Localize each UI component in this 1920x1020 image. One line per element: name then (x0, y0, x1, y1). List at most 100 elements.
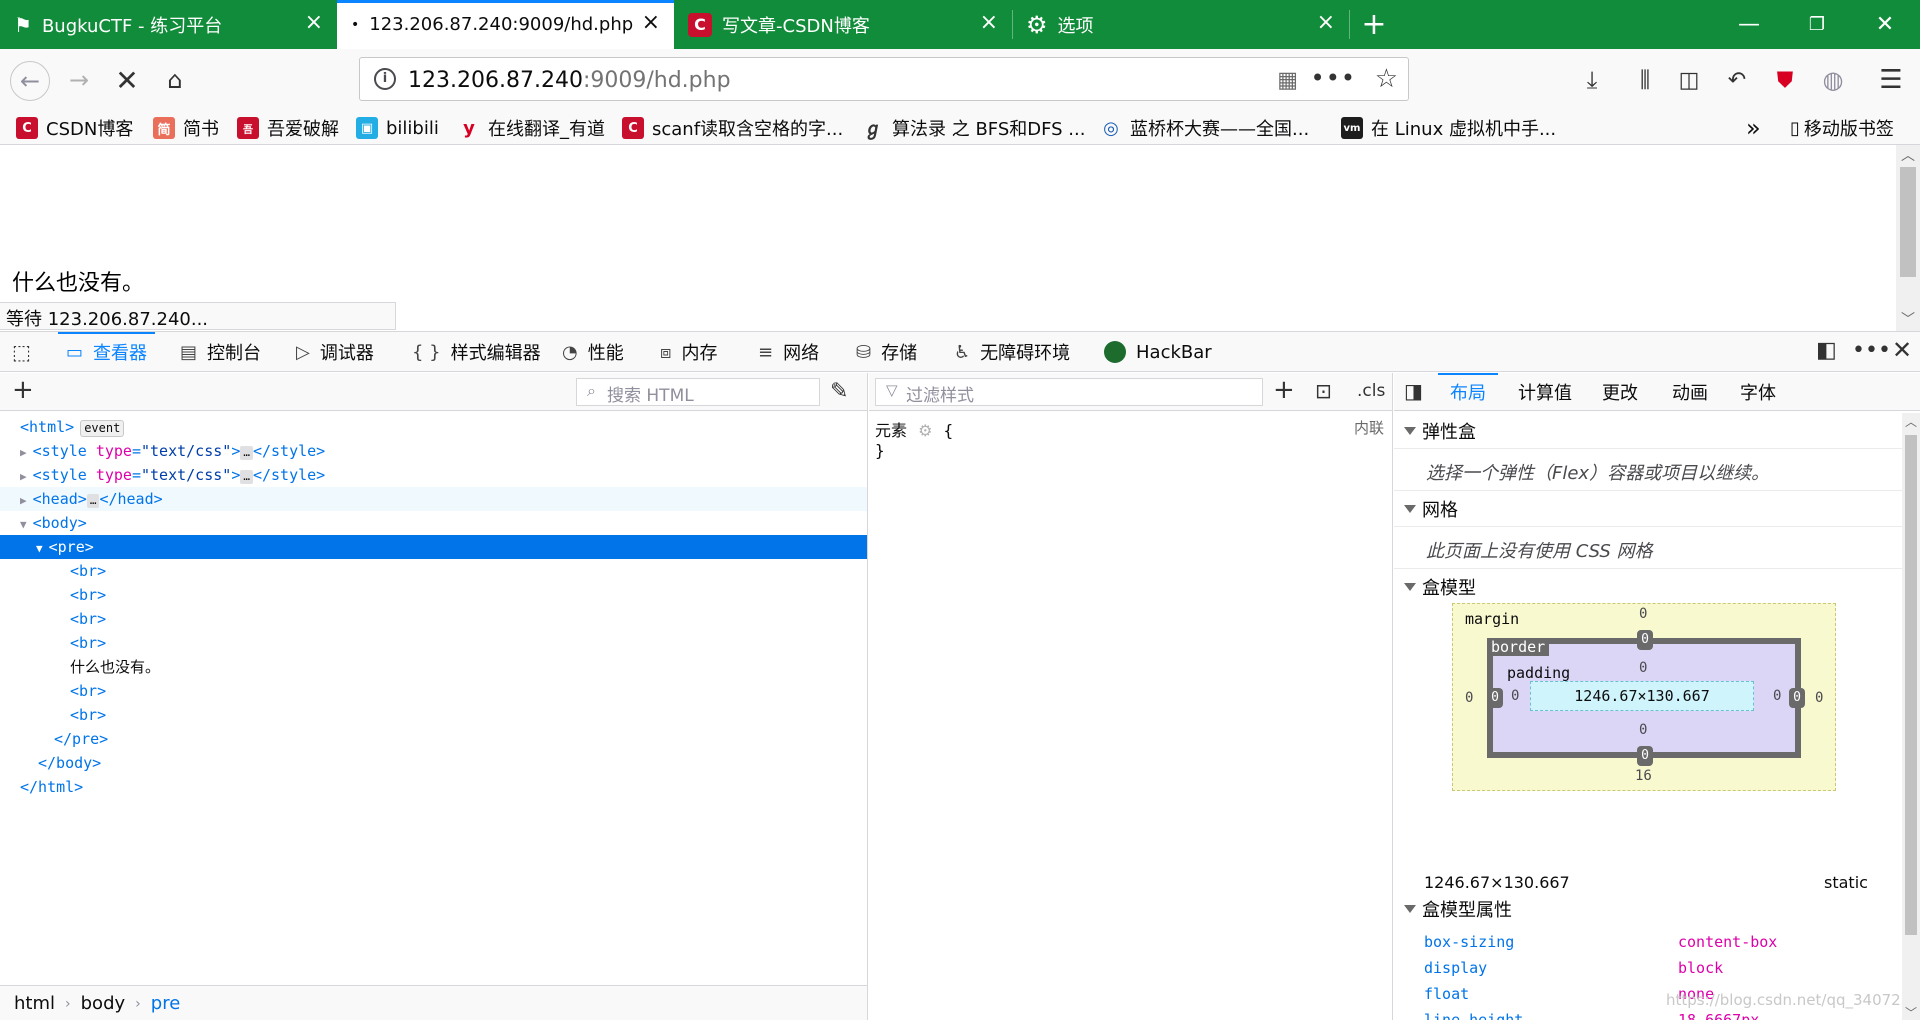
bookmark-scanf[interactable]: Cscanf读取含空格的字... (622, 115, 843, 141)
cls-toggle-button[interactable]: .cls (1357, 381, 1385, 401)
close-icon[interactable]: × (305, 12, 323, 34)
library-button[interactable]: ⫼ (1626, 61, 1664, 99)
markup-line-html-close[interactable]: </html> (0, 775, 867, 799)
close-icon[interactable]: × (980, 12, 998, 34)
tab-network[interactable]: ≡ 网络 (758, 332, 819, 372)
markup-line-br[interactable]: <br> (0, 583, 867, 607)
pseudo-class-toggle-icon[interactable]: ⊡ (1315, 379, 1332, 403)
gear-icon[interactable]: ⚙ (918, 421, 932, 440)
section-box-model[interactable]: 盒模型 (1394, 569, 1902, 605)
padding-left-value[interactable]: 0 (1511, 688, 1519, 704)
tab-computed[interactable]: 计算值 (1518, 373, 1572, 411)
close-icon[interactable]: × (1317, 12, 1335, 34)
padding-top-value[interactable]: 0 (1639, 660, 1647, 676)
bookmark-linux-vm[interactable]: vm 在 Linux 虚拟机中手... (1341, 115, 1556, 141)
bookmark-52pojie[interactable]: 吾吾爱破解 (237, 115, 339, 141)
new-tab-button[interactable]: + (1349, 0, 1399, 49)
markup-line-br[interactable]: <br> (0, 607, 867, 631)
tab-storage[interactable]: ⛁ 存储 (856, 332, 917, 372)
border-bottom-value[interactable]: 0 (1637, 746, 1653, 766)
menu-button[interactable]: ☰ (1872, 61, 1910, 99)
restore-button[interactable]: ❐ (1783, 0, 1851, 49)
markup-line-style[interactable]: ▶ <style type="text/css">… </style> (0, 439, 867, 463)
add-rule-icon[interactable]: + (1273, 375, 1295, 405)
markup-line-br[interactable]: <br> (0, 559, 867, 583)
url-bar[interactable]: i 123.206.87.240:9009/hd.php ▦ ••• ☆ (359, 57, 1409, 101)
section-grid[interactable]: 网格 (1394, 491, 1902, 527)
markup-line-pre-selected[interactable]: ▼ <pre> (0, 535, 867, 559)
tab-layout[interactable]: 布局 (1438, 373, 1498, 411)
markup-line-br[interactable]: <br> (0, 679, 867, 703)
tab-accessibility[interactable]: ♿ 无障碍环境 (954, 332, 1070, 372)
markup-line-pre-close[interactable]: </pre> (0, 727, 867, 751)
tab-style-editor[interactable]: { } 样式编辑器 (412, 332, 541, 372)
markup-line-br[interactable]: <br> (0, 703, 867, 727)
markup-line-br[interactable]: <br> (0, 631, 867, 655)
home-button[interactable]: ⌂ (156, 61, 194, 99)
padding-bottom-value[interactable]: 0 (1639, 722, 1647, 738)
close-icon[interactable]: ✕ (1892, 336, 1912, 364)
shield-button[interactable]: ⛊ (1766, 61, 1804, 99)
eyedropper-icon[interactable]: ✎ (830, 379, 848, 404)
tab-animations[interactable]: 动画 (1672, 373, 1708, 411)
sidebar-button[interactable]: ◫ (1670, 61, 1708, 99)
expand-arrow-icon[interactable]: ▶ (20, 470, 27, 483)
close-window-button[interactable]: ✕ (1851, 0, 1919, 49)
download-button[interactable]: ⤓ (1573, 61, 1611, 99)
page-scrollbar[interactable]: ︿ ﹀ (1896, 145, 1920, 331)
bookmark-csdn[interactable]: C CSDN博客 (16, 115, 133, 141)
margin-bottom-value[interactable]: 16 (1635, 768, 1652, 784)
collapse-arrow-icon[interactable]: ▼ (20, 518, 27, 531)
markup-line-body-close[interactable]: </body> (0, 751, 867, 775)
close-icon[interactable]: × (642, 12, 660, 34)
qr-code-icon[interactable]: ▦ (1277, 68, 1298, 93)
chevron-down-icon[interactable]: ﹀ (1901, 309, 1915, 329)
add-node-icon[interactable]: + (12, 375, 34, 405)
expand-arrow-icon[interactable]: ▶ (20, 494, 27, 507)
minimize-button[interactable]: — (1715, 0, 1783, 49)
stop-button[interactable]: ✕ (108, 61, 146, 99)
tab-memory[interactable]: ⧈ 内存 (660, 332, 717, 372)
breadcrumb-html[interactable]: html (14, 993, 55, 1014)
more-icon[interactable]: ••• (1852, 338, 1891, 363)
url-text[interactable]: 123.206.87.240:9009/hd.php (408, 68, 731, 93)
dock-icon[interactable]: ◧ (1816, 338, 1837, 363)
bookmark-youdao[interactable]: y 在线翻译_有道 (458, 115, 605, 141)
bookmarks-overflow-button[interactable]: » (1746, 114, 1761, 142)
undo-button[interactable]: ↶ (1718, 61, 1756, 99)
breadcrumb-pre[interactable]: pre (151, 993, 181, 1014)
chevron-up-icon[interactable]: ︿ (1901, 145, 1915, 165)
padding-right-value[interactable]: 0 (1773, 688, 1781, 704)
expand-arrow-icon[interactable]: ▶ (20, 446, 27, 459)
markup-line-style[interactable]: ▶ <style type="text/css">… </style> (0, 463, 867, 487)
tab-debugger[interactable]: ▷ 调试器 (296, 332, 374, 372)
tab-changes[interactable]: 更改 (1602, 373, 1638, 411)
margin-left-value[interactable]: 0 (1465, 690, 1473, 706)
bookmark-jianshu[interactable]: 简简书 (153, 115, 219, 141)
tab-performance[interactable]: ◔ 性能 (562, 332, 624, 372)
markup-line-head[interactable]: ▶ <head>… </head> (0, 487, 867, 511)
tab-hackbar[interactable]: HackBar (1104, 332, 1212, 372)
chevron-up-icon[interactable]: ︿ (1905, 413, 1917, 430)
margin-right-value[interactable]: 0 (1815, 690, 1823, 706)
event-badge[interactable]: event (80, 420, 125, 437)
border-top-value[interactable]: 0 (1637, 630, 1653, 650)
border-right-value[interactable]: 0 (1789, 688, 1805, 708)
tab-csdn-write[interactable]: C 写文章-CSDN博客 × (674, 0, 1012, 49)
collapse-arrow-icon[interactable]: ▼ (36, 542, 43, 555)
globe-button[interactable]: ◍ (1814, 61, 1852, 99)
tab-bugkuctf[interactable]: ⚑ BugkuCTF - 练习平台 × (0, 0, 337, 49)
toggle-sidebar-icon[interactable]: ◨ (1404, 379, 1423, 403)
tab-options[interactable]: ⚙ 选项 × (1012, 0, 1349, 49)
markup-line-text[interactable]: 什么也没有。 (0, 655, 867, 679)
bookmark-bilibili[interactable]: ▣ bilibili (356, 115, 439, 141)
bookmark-bfs-dfs[interactable]: ℊ 算法录 之 BFS和DFS ... (862, 115, 1085, 141)
scrollbar-thumb[interactable] (1900, 167, 1916, 277)
scrollbar-thumb[interactable] (1905, 435, 1917, 935)
more-icon[interactable]: ••• (1311, 64, 1356, 92)
section-box-model-properties[interactable]: 盒模型属性 (1394, 891, 1902, 927)
tab-hd-php[interactable]: • 123.206.87.240:9009/hd.php × (337, 0, 674, 49)
margin-top-value[interactable]: 0 (1639, 606, 1647, 622)
breadcrumb-body[interactable]: body (81, 993, 126, 1014)
tab-inspector[interactable]: ▭ 查看器 (57, 332, 156, 372)
